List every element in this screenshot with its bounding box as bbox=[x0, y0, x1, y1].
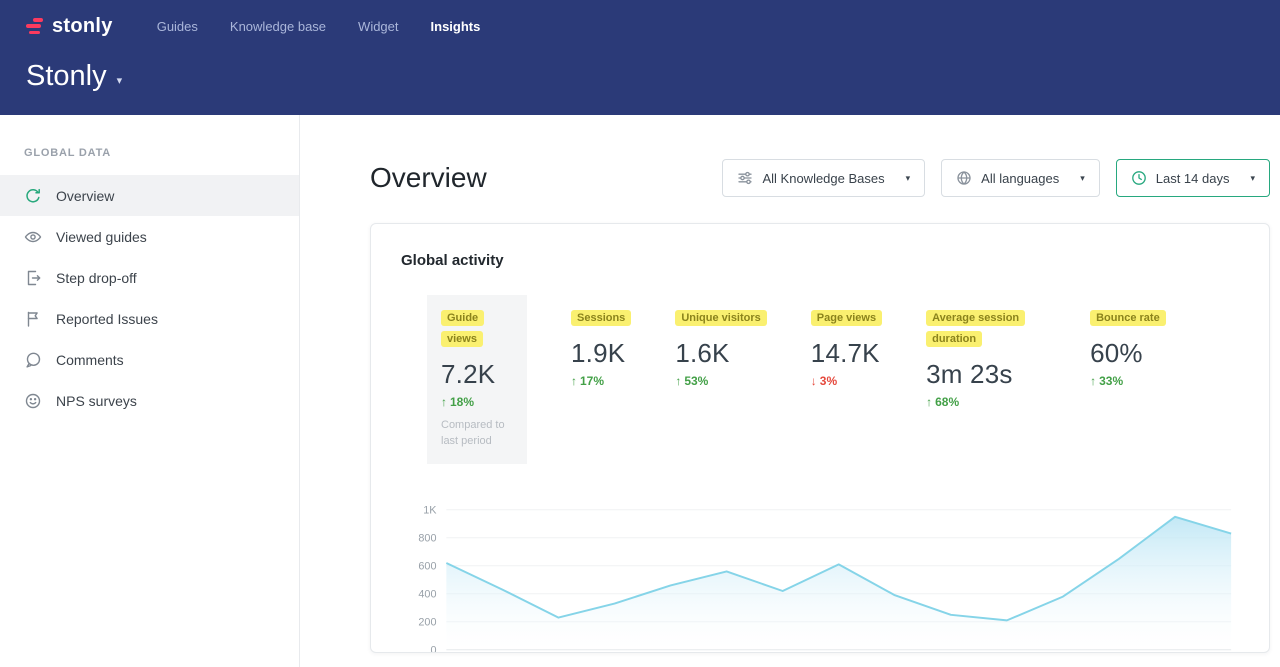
eye-icon bbox=[24, 228, 42, 246]
sidebar-item-label: Step drop-off bbox=[56, 270, 137, 286]
metric-label: Page views bbox=[811, 310, 882, 326]
languages-dropdown[interactable]: All languages ▾ bbox=[941, 159, 1100, 197]
sidebar-item-label: Comments bbox=[56, 352, 124, 368]
page-title: Overview bbox=[370, 162, 487, 194]
nav-item-widget[interactable]: Widget bbox=[358, 19, 398, 34]
chevron-down-icon: ▾ bbox=[906, 173, 911, 184]
metric-value: 1.9K bbox=[571, 338, 631, 369]
clock-icon bbox=[1131, 170, 1147, 186]
sliders-icon bbox=[737, 170, 753, 186]
sidebar-item-label: Reported Issues bbox=[56, 311, 158, 327]
area-chart-svg: 02004006008001K5678910111213141516171819 bbox=[401, 496, 1239, 653]
delta-arrow: ↑ bbox=[571, 374, 577, 388]
metric-page-views: Page views 14.7K ↓3% bbox=[811, 295, 882, 388]
sidebar-section-label: GLOBAL DATA bbox=[0, 147, 299, 159]
metric-delta: ↑17% bbox=[571, 374, 631, 388]
metric-avg-session-duration: Average session duration 3m 23s ↑68% bbox=[926, 295, 1046, 409]
metric-label: Sessions bbox=[571, 310, 631, 326]
languages-value: All languages bbox=[981, 171, 1059, 186]
svg-text:200: 200 bbox=[418, 617, 436, 629]
nav-item-guides[interactable]: Guides bbox=[157, 19, 198, 34]
metric-label: Bounce rate bbox=[1090, 310, 1166, 326]
chevron-down-icon: ▾ bbox=[1250, 173, 1255, 184]
workspace-selector[interactable]: Stonly ▾ bbox=[26, 60, 122, 93]
date-range-value: Last 14 days bbox=[1156, 171, 1230, 186]
sidebar: GLOBAL DATA Overview Viewed guides bbox=[0, 115, 300, 667]
metric-guide-views: Guide views 7.2K ↑18% Compared to last p… bbox=[427, 295, 527, 464]
metric-value: 1.6K bbox=[675, 338, 766, 369]
metric-delta: ↑33% bbox=[1090, 374, 1166, 388]
stonly-logo-icon bbox=[26, 18, 44, 34]
stonly-logo[interactable]: stonly bbox=[26, 15, 113, 38]
svg-text:800: 800 bbox=[418, 533, 436, 545]
metric-bounce-rate: Bounce rate 60% ↑33% bbox=[1090, 295, 1166, 388]
card-title: Global activity bbox=[401, 252, 1239, 269]
nav-item-knowledge-base[interactable]: Knowledge base bbox=[230, 19, 326, 34]
sidebar-item-comments[interactable]: Comments bbox=[0, 339, 299, 380]
global-activity-card: Global activity Guide views 7.2K ↑18% Co… bbox=[370, 223, 1270, 653]
chevron-down-icon: ▾ bbox=[1080, 173, 1085, 184]
date-range-dropdown[interactable]: Last 14 days ▾ bbox=[1116, 159, 1270, 197]
metric-value: 14.7K bbox=[811, 338, 882, 369]
global-activity-chart: 02004006008001K5678910111213141516171819 bbox=[401, 496, 1239, 653]
metric-delta: ↑18% bbox=[441, 395, 513, 409]
sidebar-item-label: NPS surveys bbox=[56, 393, 137, 409]
sidebar-item-overview[interactable]: Overview bbox=[0, 175, 299, 216]
metric-delta: ↓3% bbox=[811, 374, 882, 388]
flag-icon bbox=[24, 310, 42, 328]
delta-arrow: ↓ bbox=[811, 374, 817, 388]
main-panel: Overview All Knowledge Bases ▾ bbox=[300, 115, 1280, 667]
metric-label: Unique visitors bbox=[675, 310, 766, 326]
top-navigation: stonly Guides Knowledge base Widget Insi… bbox=[26, 8, 1254, 44]
filters: All Knowledge Bases ▾ All languages ▾ bbox=[722, 159, 1270, 197]
app-header: stonly Guides Knowledge base Widget Insi… bbox=[0, 0, 1280, 115]
content-area: GLOBAL DATA Overview Viewed guides bbox=[0, 115, 1280, 667]
metric-delta: ↑68% bbox=[926, 395, 1046, 409]
sidebar-item-nps-surveys[interactable]: NPS surveys bbox=[0, 380, 299, 421]
svg-text:1K: 1K bbox=[423, 505, 437, 517]
step-dropoff-icon bbox=[24, 269, 42, 287]
nav-item-insights[interactable]: Insights bbox=[431, 19, 481, 34]
metric-label: Guide views bbox=[441, 310, 484, 347]
globe-icon bbox=[956, 170, 972, 186]
workspace-title: Stonly bbox=[26, 60, 107, 93]
top-nav-items: Guides Knowledge base Widget Insights bbox=[157, 19, 481, 34]
sidebar-item-viewed-guides[interactable]: Viewed guides bbox=[0, 216, 299, 257]
svg-text:600: 600 bbox=[418, 561, 436, 573]
metric-delta: ↑53% bbox=[675, 374, 766, 388]
knowledge-bases-value: All Knowledge Bases bbox=[762, 171, 884, 186]
delta-arrow: ↑ bbox=[926, 395, 932, 409]
sidebar-item-label: Viewed guides bbox=[56, 229, 147, 245]
sidebar-item-reported-issues[interactable]: Reported Issues bbox=[0, 298, 299, 339]
stonly-logo-text: stonly bbox=[52, 15, 113, 38]
metrics-row: Guide views 7.2K ↑18% Compared to last p… bbox=[401, 295, 1239, 464]
metric-label: Average session duration bbox=[926, 310, 1025, 347]
metric-note: Compared to last period bbox=[441, 417, 513, 450]
comment-icon bbox=[24, 351, 42, 369]
svg-text:0: 0 bbox=[430, 645, 436, 653]
metric-unique-visitors: Unique visitors 1.6K ↑53% bbox=[675, 295, 766, 388]
sidebar-item-step-drop-off[interactable]: Step drop-off bbox=[0, 257, 299, 298]
metric-value: 3m 23s bbox=[926, 359, 1046, 390]
metric-value: 60% bbox=[1090, 338, 1166, 369]
smiley-icon bbox=[24, 392, 42, 410]
knowledge-bases-dropdown[interactable]: All Knowledge Bases ▾ bbox=[722, 159, 925, 197]
sidebar-item-label: Overview bbox=[56, 188, 114, 204]
metric-sessions: Sessions 1.9K ↑17% bbox=[571, 295, 631, 388]
chevron-down-icon: ▾ bbox=[117, 66, 123, 87]
overview-icon bbox=[24, 187, 42, 205]
delta-arrow: ↑ bbox=[441, 395, 447, 409]
delta-arrow: ↑ bbox=[1090, 374, 1096, 388]
metric-value: 7.2K bbox=[441, 359, 513, 390]
delta-arrow: ↑ bbox=[675, 374, 681, 388]
svg-text:400: 400 bbox=[418, 589, 436, 601]
